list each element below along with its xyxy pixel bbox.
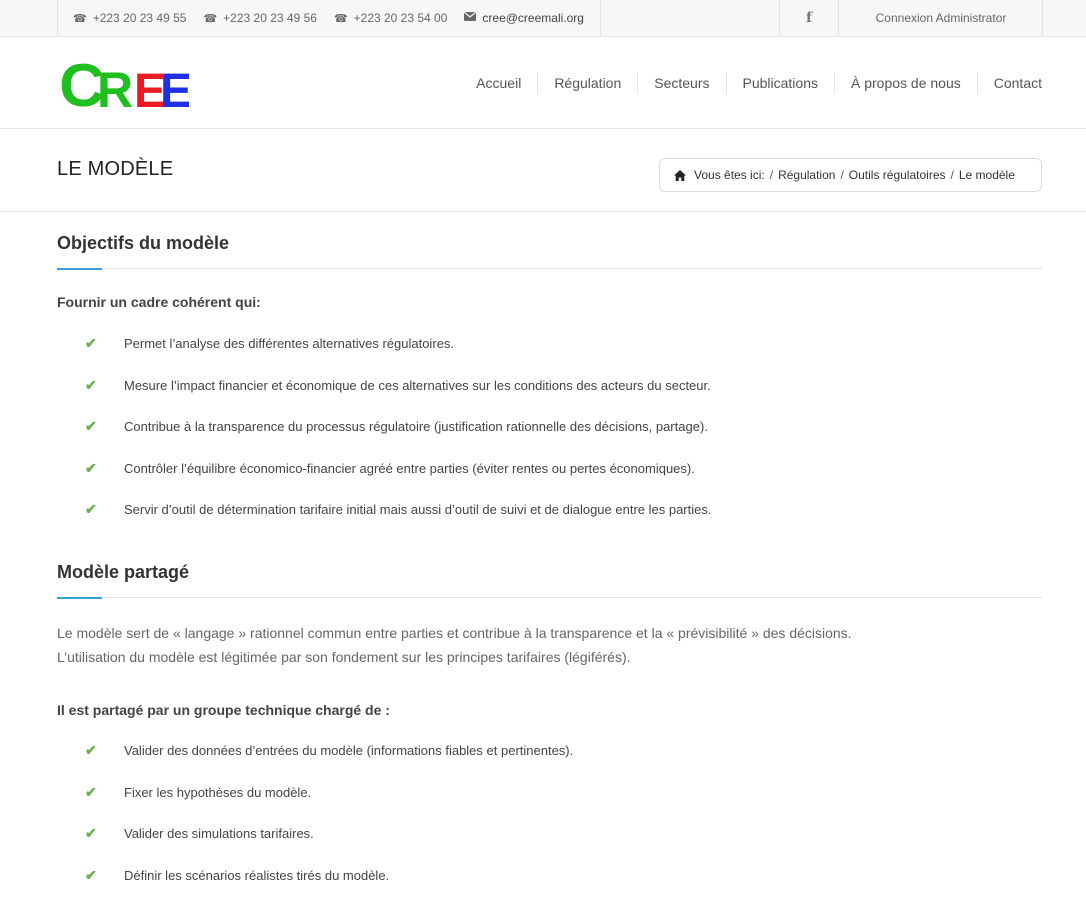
list-item: ✔ Fixer les hypothèses du modèle. [85,783,312,800]
section-paragraph: Le modèle sert de « langage » rationnel … [57,625,852,665]
svg-text:E: E [160,65,189,110]
phone-icon: ☎ [203,12,218,25]
nav-regulation[interactable]: Régulation [537,72,637,94]
list-item: ✔ Définir les scénarios réalistes tirés d… [85,866,390,883]
breadcrumb-lead: Vous êtes ici: [694,168,765,182]
email-link[interactable]: cree@creemali.org [464,11,584,25]
check-icon: ✔ [85,825,97,841]
breadcrumb-separator: / [840,168,844,182]
phone-icon: ☎ [73,12,87,25]
section-objectifs-heading: Objectifs du modèle [57,233,1042,270]
top-bar: ☎ +223 20 23 49 55 ☎ +223 20 23 49 56 ☎ +22… [0,0,1086,37]
breadcrumb-separator: / [769,168,774,182]
objectifs-list: ✔ Permet l’analyse des différentes altern… [85,336,711,544]
page-title: LE MODÈLE [57,158,174,180]
breadcrumb-current: Le modèle [958,168,1015,182]
check-icon: ✔ [85,866,97,883]
section-title: Modèle partagé [57,562,190,582]
check-icon: ✔ [85,459,97,476]
nav-secteurs[interactable]: Secteurs [637,72,725,94]
list-item: ✔ Permet l’analyse des différentes altern… [85,335,454,351]
phone-3: ☎ +223 20 23 54 00 [333,11,448,25]
home-icon[interactable] [674,169,686,181]
list-item: ✔ Contribue à la transparence du processu… [85,418,708,434]
breadcrumb-regulation[interactable]: Régulation [778,168,835,182]
list-item: ✔ Mesure l’impact financier et économique… [85,376,711,393]
section-subhead: Il est partagé par un groupe technique c… [57,702,390,718]
breadcrumb-separator: / [950,168,954,182]
envelope-icon [464,11,477,24]
site-logo[interactable]: C R E E [57,52,192,119]
phone-1: ☎ +223 20 23 49 55 [73,11,187,25]
list-item: ✔ Valider des données d’entrées du modèle… [85,742,574,758]
nav-a-propos[interactable]: À propos de nous [834,72,977,94]
contact-info: ☎ +223 20 23 49 55 ☎ +223 20 23 49 56 ☎ +22… [58,0,601,36]
site-header: C R E E Accueil Régulation Secteurs Publ… [0,37,1086,129]
groupe-list: ✔ Valider des données d’entrées du modèle… [85,743,573,907]
heading-accent-bar [57,597,102,599]
section-title: Objectifs du modèle [57,233,230,253]
breadcrumb: Vous êtes ici: / Régulation / Outils rég… [659,158,1042,192]
list-item: ✔ Servir d’outil de détermination tarifai… [85,501,712,517]
nav-publications[interactable]: Publications [725,72,835,94]
breadcrumb-outils[interactable]: Outils régulatoires [849,168,946,182]
section-subhead: Fournir un cadre cohérent qui: [57,294,261,310]
nav-accueil[interactable]: Accueil [460,72,537,94]
list-item: ✔ Contrôler l’équilibre économico-financi… [85,459,695,476]
check-icon: ✔ [85,335,97,351]
list-item: ✔ Valider des simulations tarifaires. [85,825,314,841]
phone-icon: ☎ [333,12,348,25]
heading-accent-bar [57,268,102,270]
admin-login-link[interactable]: Connexion Administrator [839,0,1043,36]
check-icon: ✔ [85,501,97,517]
phone-2: ☎ +223 20 23 49 56 [203,11,317,25]
cree-logo[interactable]: C R E E [57,52,192,119]
check-icon: ✔ [85,376,97,393]
check-icon: ✔ [85,783,97,800]
check-icon: ✔ [85,742,97,758]
section-partage-heading: Modèle partagé [57,562,1042,599]
svg-text:R: R [97,62,133,110]
page-title-band: LE MODÈLE Vous êtes ici: / Régulation / … [0,129,1086,212]
facebook-icon[interactable]: f [779,0,839,36]
check-icon: ✔ [85,418,97,434]
main-nav: Accueil Régulation Secteurs Publications… [460,37,1042,129]
nav-contact[interactable]: Contact [976,72,1042,94]
